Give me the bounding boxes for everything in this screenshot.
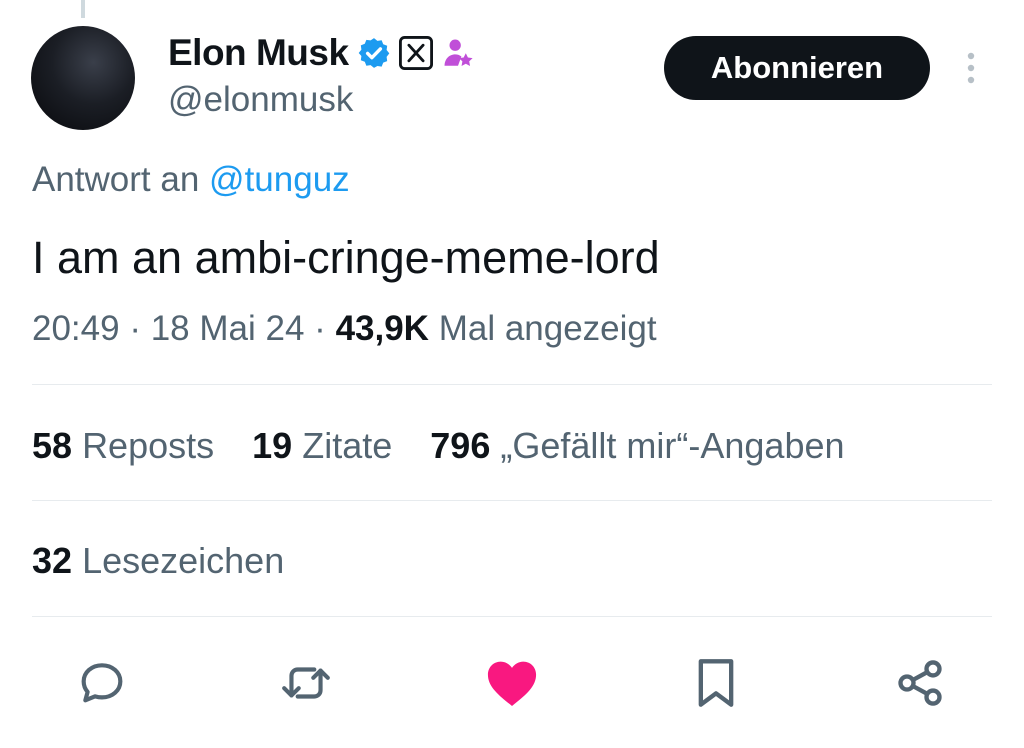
author-display-name[interactable]: Elon Musk xyxy=(168,32,349,74)
tweet-date[interactable]: 18 Mai 24 xyxy=(151,309,305,348)
author-name-row: Elon Musk xyxy=(168,30,475,76)
person-star-icon[interactable] xyxy=(441,36,475,70)
tweet-text: I am an ambi-cringe-meme-lord xyxy=(32,232,660,283)
thread-connector-line xyxy=(81,0,85,18)
divider xyxy=(32,616,992,617)
more-options-icon[interactable] xyxy=(956,48,986,88)
reply-context: Antwort an @tunguz xyxy=(32,160,350,200)
likes-label: „Gefällt mir“-Angaben xyxy=(500,425,845,466)
reposts-stat[interactable]: 58 Reposts xyxy=(32,425,214,466)
bookmarks-stat[interactable]: 32 Lesezeichen xyxy=(32,540,284,582)
quotes-stat[interactable]: 19 Zitate xyxy=(252,425,392,466)
reply-prefix: Antwort an xyxy=(32,160,200,199)
quotes-label: Zitate xyxy=(302,425,393,466)
likes-count: 796 xyxy=(430,425,491,466)
divider xyxy=(32,500,992,501)
tweet-time[interactable]: 20:49 xyxy=(32,309,120,348)
tweet-meta: 20:49 · 18 Mai 24 · 43,9K Mal angezeigt xyxy=(32,309,657,349)
action-bar xyxy=(0,655,1024,711)
bookmarks-label: Lesezeichen xyxy=(82,540,285,581)
divider xyxy=(32,384,992,385)
author-handle[interactable]: @elonmusk xyxy=(168,80,353,120)
likes-stat[interactable]: 796 „Gefällt mir“-Angaben xyxy=(430,425,844,466)
like-icon[interactable] xyxy=(484,655,540,711)
bookmark-icon[interactable] xyxy=(688,655,744,711)
share-icon[interactable] xyxy=(892,655,948,711)
reposts-label: Reposts xyxy=(82,425,215,466)
reply-icon[interactable] xyxy=(74,655,130,711)
reply-mention-link[interactable]: @tunguz xyxy=(209,160,350,199)
meta-separator: · xyxy=(129,309,141,348)
verified-check-icon[interactable] xyxy=(357,36,391,70)
reposts-count: 58 xyxy=(32,425,73,466)
follow-button[interactable]: Abonnieren xyxy=(664,36,930,100)
views-label: Mal angezeigt xyxy=(438,309,657,348)
bookmarks-count: 32 xyxy=(32,540,73,581)
x-affiliate-icon[interactable] xyxy=(398,36,433,70)
meta-separator: · xyxy=(314,309,326,348)
engagement-stats: 58 Reposts 19 Zitate 796 „Gefällt mir“-A… xyxy=(32,425,873,467)
avatar[interactable] xyxy=(31,26,135,130)
quotes-count: 19 xyxy=(252,425,293,466)
repost-icon[interactable] xyxy=(278,655,334,711)
views-count: 43,9K xyxy=(335,309,429,348)
